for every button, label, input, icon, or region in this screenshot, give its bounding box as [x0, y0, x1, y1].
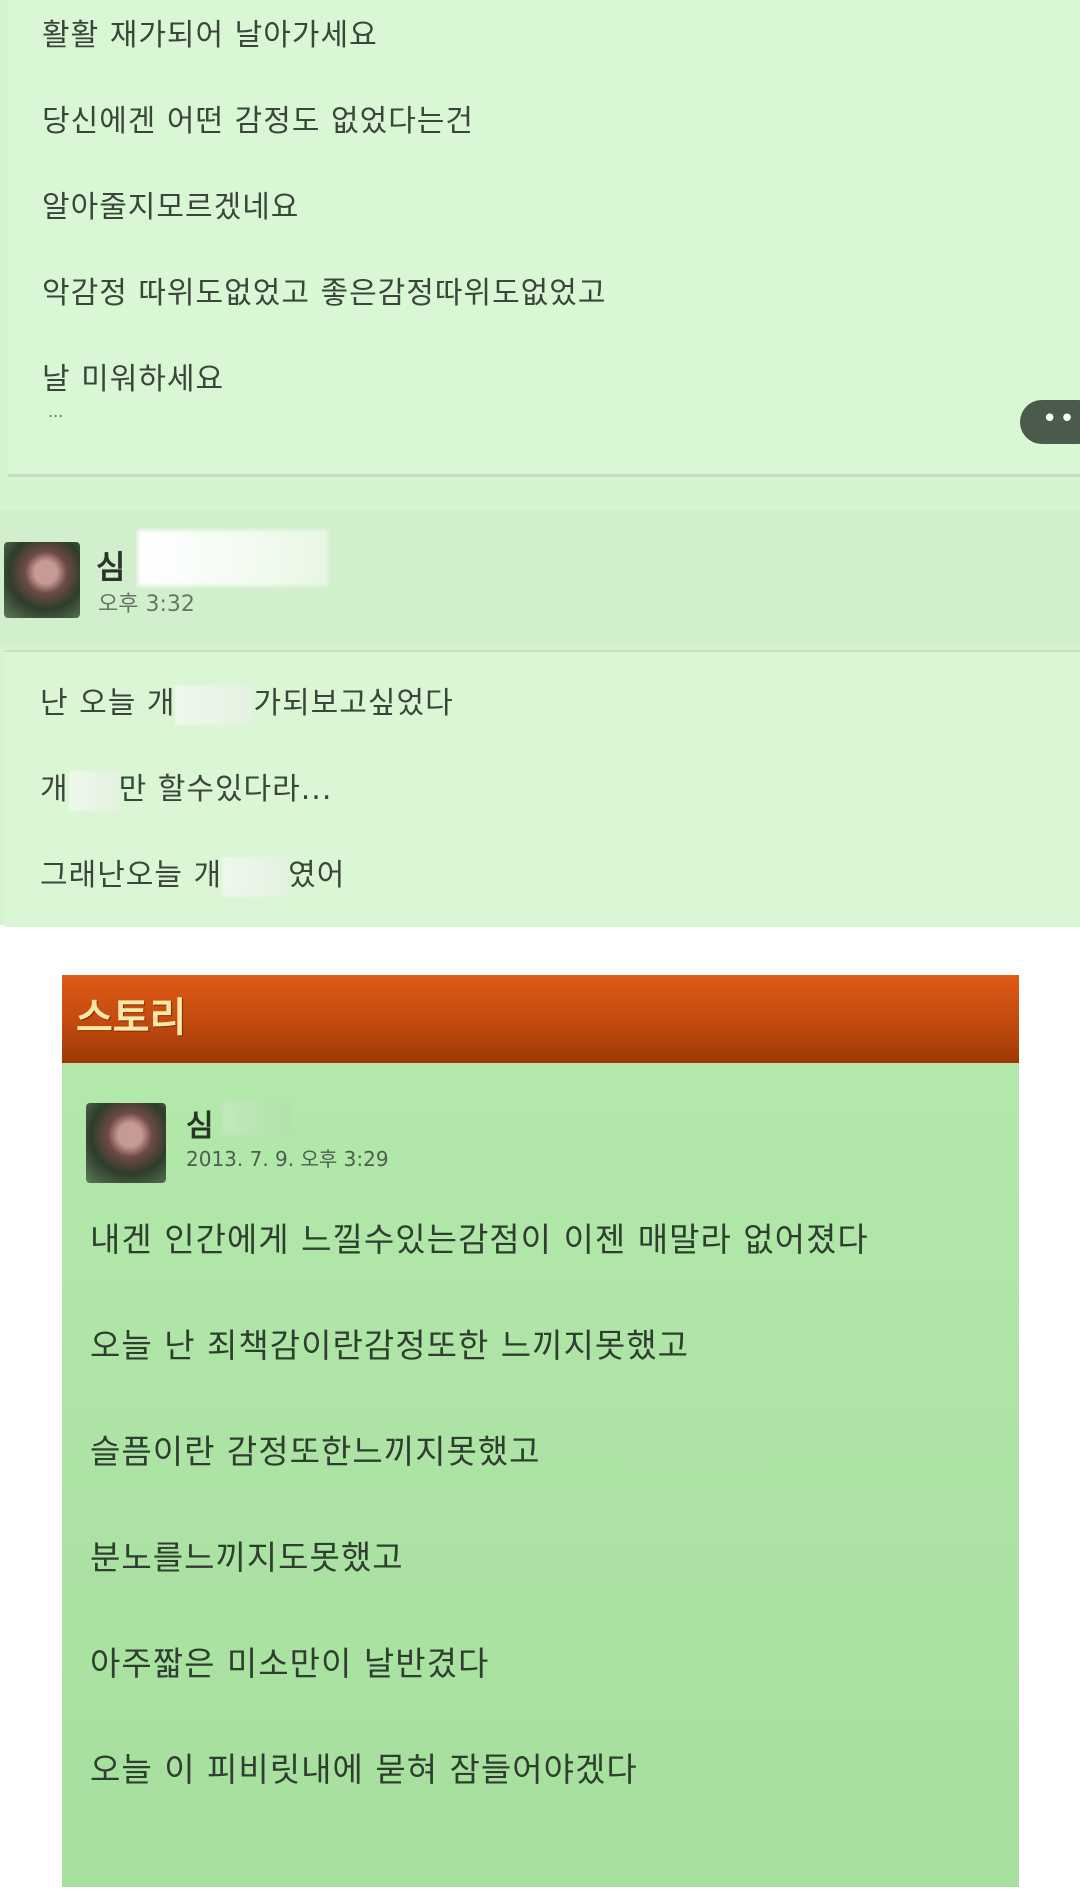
redacted-word: [222, 856, 289, 897]
post-card: 활활 재가되어 날아가세요 당신에겐 어떤 감정도 없었다는건 알아줄지모르겠네…: [8, 0, 1080, 477]
story-line: 내겐 인간에게 느낄수있는감점이 이젠 매말라 없어졌다: [90, 1220, 869, 1259]
post-line: 악감정 따위도없었고 좋은감정따위도없었고: [42, 276, 607, 311]
story-line: 분노를느끼지도못했고: [90, 1538, 404, 1577]
avatar[interactable]: [4, 542, 80, 618]
story-line: 아주짧은 미소만이 날반겼다: [90, 1644, 490, 1683]
comment-line: 그래난오늘 개 였어: [40, 850, 345, 897]
story-header: 스토리: [62, 975, 1019, 1063]
story-date: 2013. 7. 9. 오후 3:29: [186, 1147, 389, 1171]
comment-author-row: 심 오후 3:32: [0, 510, 1080, 645]
comment-line: 개 만 할수있다라...: [40, 764, 332, 811]
post-line: 날 미워하세요: [42, 362, 225, 397]
avatar[interactable]: [86, 1103, 166, 1183]
redacted-name: [222, 1101, 292, 1135]
post-line: 활활 재가되어 날아가세요: [42, 18, 378, 53]
story-line: 오늘 이 피비릿내에 묻혀 잠들어야겠다: [90, 1750, 638, 1789]
story-body: 심 2013. 7. 9. 오후 3:29 내겐 인간에게 느낄수있는감점이 이…: [62, 1063, 1019, 1887]
comment-body: 난 오늘 개 가되보고싶었다 개 만 할수있다라... 그래난오늘 개 였어: [4, 650, 1080, 927]
top-screenshot: 활활 재가되어 날아가세요 당신에겐 어떤 감정도 없었다는건 알아줄지모르겠네…: [0, 0, 1080, 927]
comment-text: 만 할수있다라...: [118, 772, 333, 807]
redacted-word: [68, 770, 119, 811]
author-name[interactable]: 심: [186, 1101, 214, 1145]
story-title: 스토리: [76, 995, 187, 1041]
story-line: 슬픔이란 감정또한느끼지못했고: [90, 1432, 541, 1471]
post-ellipsis: ...: [48, 402, 64, 421]
comment-text: 개: [40, 772, 69, 807]
comment-line: 난 오늘 개 가되보고싶었다: [40, 678, 454, 725]
comment-text: 가되보고싶었다: [253, 686, 454, 721]
more-options-button[interactable]: •••: [1020, 400, 1080, 444]
redacted-word: [175, 684, 254, 725]
post-line: 당신에겐 어떤 감정도 없었다는건: [42, 104, 475, 139]
story-screenshot: 스토리 심 2013. 7. 9. 오후 3:29 내겐 인간에게 느낄수있는감…: [62, 975, 1019, 1887]
story-line: 오늘 난 죄책감이란감정또한 느끼지못했고: [90, 1326, 689, 1365]
comment-text: 그래난오늘 개: [40, 858, 223, 893]
comment-text: 난 오늘 개: [40, 686, 176, 721]
comment-time: 오후 3:32: [98, 592, 195, 617]
comment-text: 였어: [288, 858, 346, 893]
post-line: 알아줄지모르겠네요: [42, 190, 300, 225]
author-name[interactable]: 심: [96, 542, 125, 588]
redacted-name: [138, 530, 328, 586]
